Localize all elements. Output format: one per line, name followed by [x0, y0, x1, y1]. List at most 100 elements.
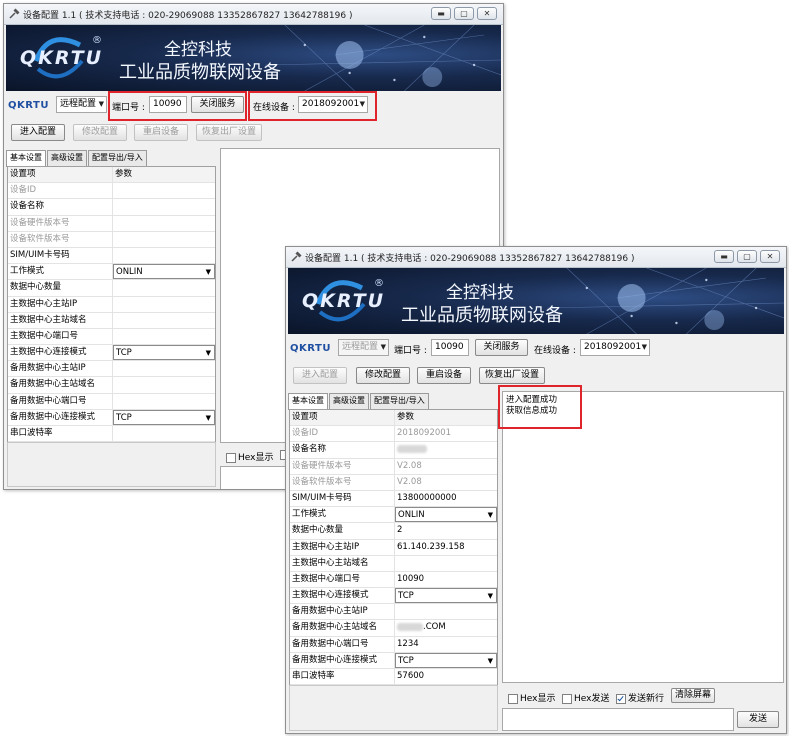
tab-export-import[interactable]: 配置导出/导入 — [370, 393, 429, 409]
send-newline-option[interactable]: 发送新行 — [616, 691, 664, 704]
row-value[interactable] — [113, 199, 215, 214]
table-row[interactable]: 备用数据中心端口号 1234 — [290, 636, 497, 653]
hex-display-option[interactable]: Hex显示 — [508, 691, 555, 704]
log-output[interactable]: 进入配置成功 获取信息成功 — [502, 391, 784, 683]
main-connect-mode-select[interactable]: TCP ▼ — [395, 588, 497, 604]
row-value[interactable]: 1234 — [395, 637, 497, 652]
close-service-button[interactable]: 关闭服务 — [475, 339, 528, 356]
backup-connect-mode-select[interactable]: TCP ▼ — [113, 409, 215, 425]
table-row[interactable]: 备用数据中心主站IP — [290, 604, 497, 621]
row-value[interactable]: 57600 — [395, 669, 497, 684]
row-value[interactable] — [395, 442, 497, 457]
row-value[interactable] — [113, 248, 215, 263]
title-bar[interactable]: 设备配置 1.1 ( 技术支持电话 : 020-29069088 1335286… — [286, 247, 786, 268]
table-row[interactable]: 串口波特率 — [8, 426, 215, 443]
row-value[interactable]: 2018092001 — [395, 426, 497, 441]
main-connect-mode-select[interactable]: TCP ▼ — [113, 345, 215, 361]
online-device-select[interactable]: 2018092001 ▼ — [580, 339, 650, 356]
table-row[interactable]: SIM/UIM卡号码 — [8, 247, 215, 265]
table-row[interactable]: 设备名称 — [8, 199, 215, 216]
table-row[interactable]: 主数据中心主站IP 61.140.239.158 — [290, 539, 497, 556]
row-value[interactable] — [113, 216, 215, 231]
table-row[interactable]: 主数据中心端口号 10090 — [290, 571, 497, 589]
table-row[interactable]: 备用数据中心主站域名 — [8, 377, 215, 394]
table-row[interactable]: 设备名称 — [290, 442, 497, 459]
table-row[interactable]: 设备ID 2018092001 — [290, 426, 497, 443]
row-value[interactable]: 2 — [395, 523, 497, 538]
minimize-button[interactable]: ▬ — [714, 250, 734, 263]
hex-send-option[interactable]: Hex发送 — [562, 691, 609, 704]
mode-select[interactable]: 远程配置 ▼ — [56, 96, 107, 113]
hex-display-option[interactable]: Hex显示 — [226, 450, 273, 463]
table-row[interactable]: 设备硬件版本号 — [8, 215, 215, 232]
row-value[interactable] — [113, 361, 215, 376]
tab-basic[interactable]: 基本设置 — [288, 393, 328, 410]
table-row[interactable]: 备用数据中心端口号 — [8, 393, 215, 410]
modify-config-button[interactable]: 修改配置 — [73, 124, 127, 141]
work-mode-select[interactable]: ONLIN ▼ — [395, 507, 497, 523]
table-row[interactable]: 数据中心数量 2 — [290, 523, 497, 540]
row-value[interactable]: 13800000000 — [395, 491, 497, 506]
row-value[interactable] — [395, 556, 497, 571]
title-bar[interactable]: 设备配置 1.1 ( 技术支持电话 : 020-29069088 1335286… — [4, 4, 503, 25]
maximize-button[interactable]: ▢ — [454, 7, 474, 20]
row-value[interactable] — [113, 426, 215, 441]
close-button[interactable]: ✕ — [477, 7, 497, 20]
row-value[interactable] — [113, 394, 215, 409]
backup-connect-mode-select[interactable]: TCP ▼ — [395, 652, 497, 668]
table-row[interactable]: 主数据中心主站域名 — [8, 312, 215, 329]
table-row[interactable]: 串口波特率 57600 — [290, 669, 497, 686]
row-value[interactable]: 61.140.239.158 — [395, 540, 497, 555]
table-row[interactable]: 设备软件版本号 V2.08 — [290, 474, 497, 491]
table-row[interactable]: 主数据中心主站IP — [8, 296, 215, 313]
table-row[interactable]: 主数据中心连接模式 TCP ▼ — [8, 345, 215, 362]
table-row[interactable]: 主数据中心主站域名 — [290, 555, 497, 572]
row-value[interactable] — [113, 280, 215, 295]
row-value[interactable] — [113, 183, 215, 198]
table-row[interactable]: 备用数据中心主站域名 .COM — [290, 620, 497, 637]
row-value[interactable] — [113, 232, 215, 247]
minimize-button[interactable]: ▬ — [431, 7, 451, 20]
enter-config-button[interactable]: 进入配置 — [11, 124, 65, 141]
table-row[interactable]: 主数据中心端口号 — [8, 328, 215, 346]
restart-device-button[interactable]: 重启设备 — [134, 124, 188, 141]
blurred-value — [397, 622, 423, 631]
send-input[interactable] — [502, 708, 734, 731]
row-value[interactable]: .COM — [395, 620, 497, 635]
table-row[interactable]: 设备硬件版本号 V2.08 — [290, 458, 497, 475]
row-value[interactable]: V2.08 — [395, 475, 497, 490]
row-value[interactable] — [395, 604, 497, 619]
table-row[interactable]: 数据中心数量 — [8, 280, 215, 297]
row-value[interactable] — [113, 297, 215, 312]
tab-advanced[interactable]: 高级设置 — [329, 393, 369, 409]
port-input[interactable]: 10090 — [431, 339, 469, 356]
row-value[interactable]: 10090 — [395, 572, 497, 587]
tab-advanced[interactable]: 高级设置 — [47, 150, 87, 166]
row-value[interactable] — [113, 329, 215, 344]
clear-screen-button[interactable]: 清除屏幕 — [671, 688, 715, 703]
work-mode-select[interactable]: ONLIN ▼ — [113, 264, 215, 280]
maximize-button[interactable]: ▢ — [737, 250, 757, 263]
table-row[interactable]: 工作模式 ONLIN ▼ — [8, 264, 215, 281]
tab-export-import[interactable]: 配置导出/导入 — [88, 150, 147, 166]
table-row[interactable]: 备用数据中心连接模式 TCP ▼ — [8, 409, 215, 426]
modify-config-button[interactable]: 修改配置 — [356, 367, 410, 384]
table-row[interactable]: 设备软件版本号 — [8, 231, 215, 248]
mode-select[interactable]: 远程配置 ▼ — [338, 339, 389, 356]
factory-reset-button[interactable]: 恢复出厂设置 — [479, 367, 545, 384]
close-button[interactable]: ✕ — [760, 250, 780, 263]
table-row[interactable]: SIM/UIM卡号码 13800000000 — [290, 490, 497, 508]
restart-device-button[interactable]: 重启设备 — [417, 367, 471, 384]
table-row[interactable]: 设备ID — [8, 183, 215, 200]
factory-reset-button[interactable]: 恢复出厂设置 — [196, 124, 262, 141]
row-value[interactable]: V2.08 — [395, 459, 497, 474]
table-row[interactable]: 主数据中心连接模式 TCP ▼ — [290, 588, 497, 605]
row-value[interactable] — [113, 313, 215, 328]
send-button[interactable]: 发送 — [737, 711, 779, 728]
table-row[interactable]: 备用数据中心连接模式 TCP ▼ — [290, 652, 497, 669]
enter-config-button[interactable]: 进入配置 — [293, 367, 347, 384]
tab-basic[interactable]: 基本设置 — [6, 150, 46, 167]
table-row[interactable]: 工作模式 ONLIN ▼ — [290, 507, 497, 524]
table-row[interactable]: 备用数据中心主站IP — [8, 361, 215, 378]
row-value[interactable] — [113, 377, 215, 392]
